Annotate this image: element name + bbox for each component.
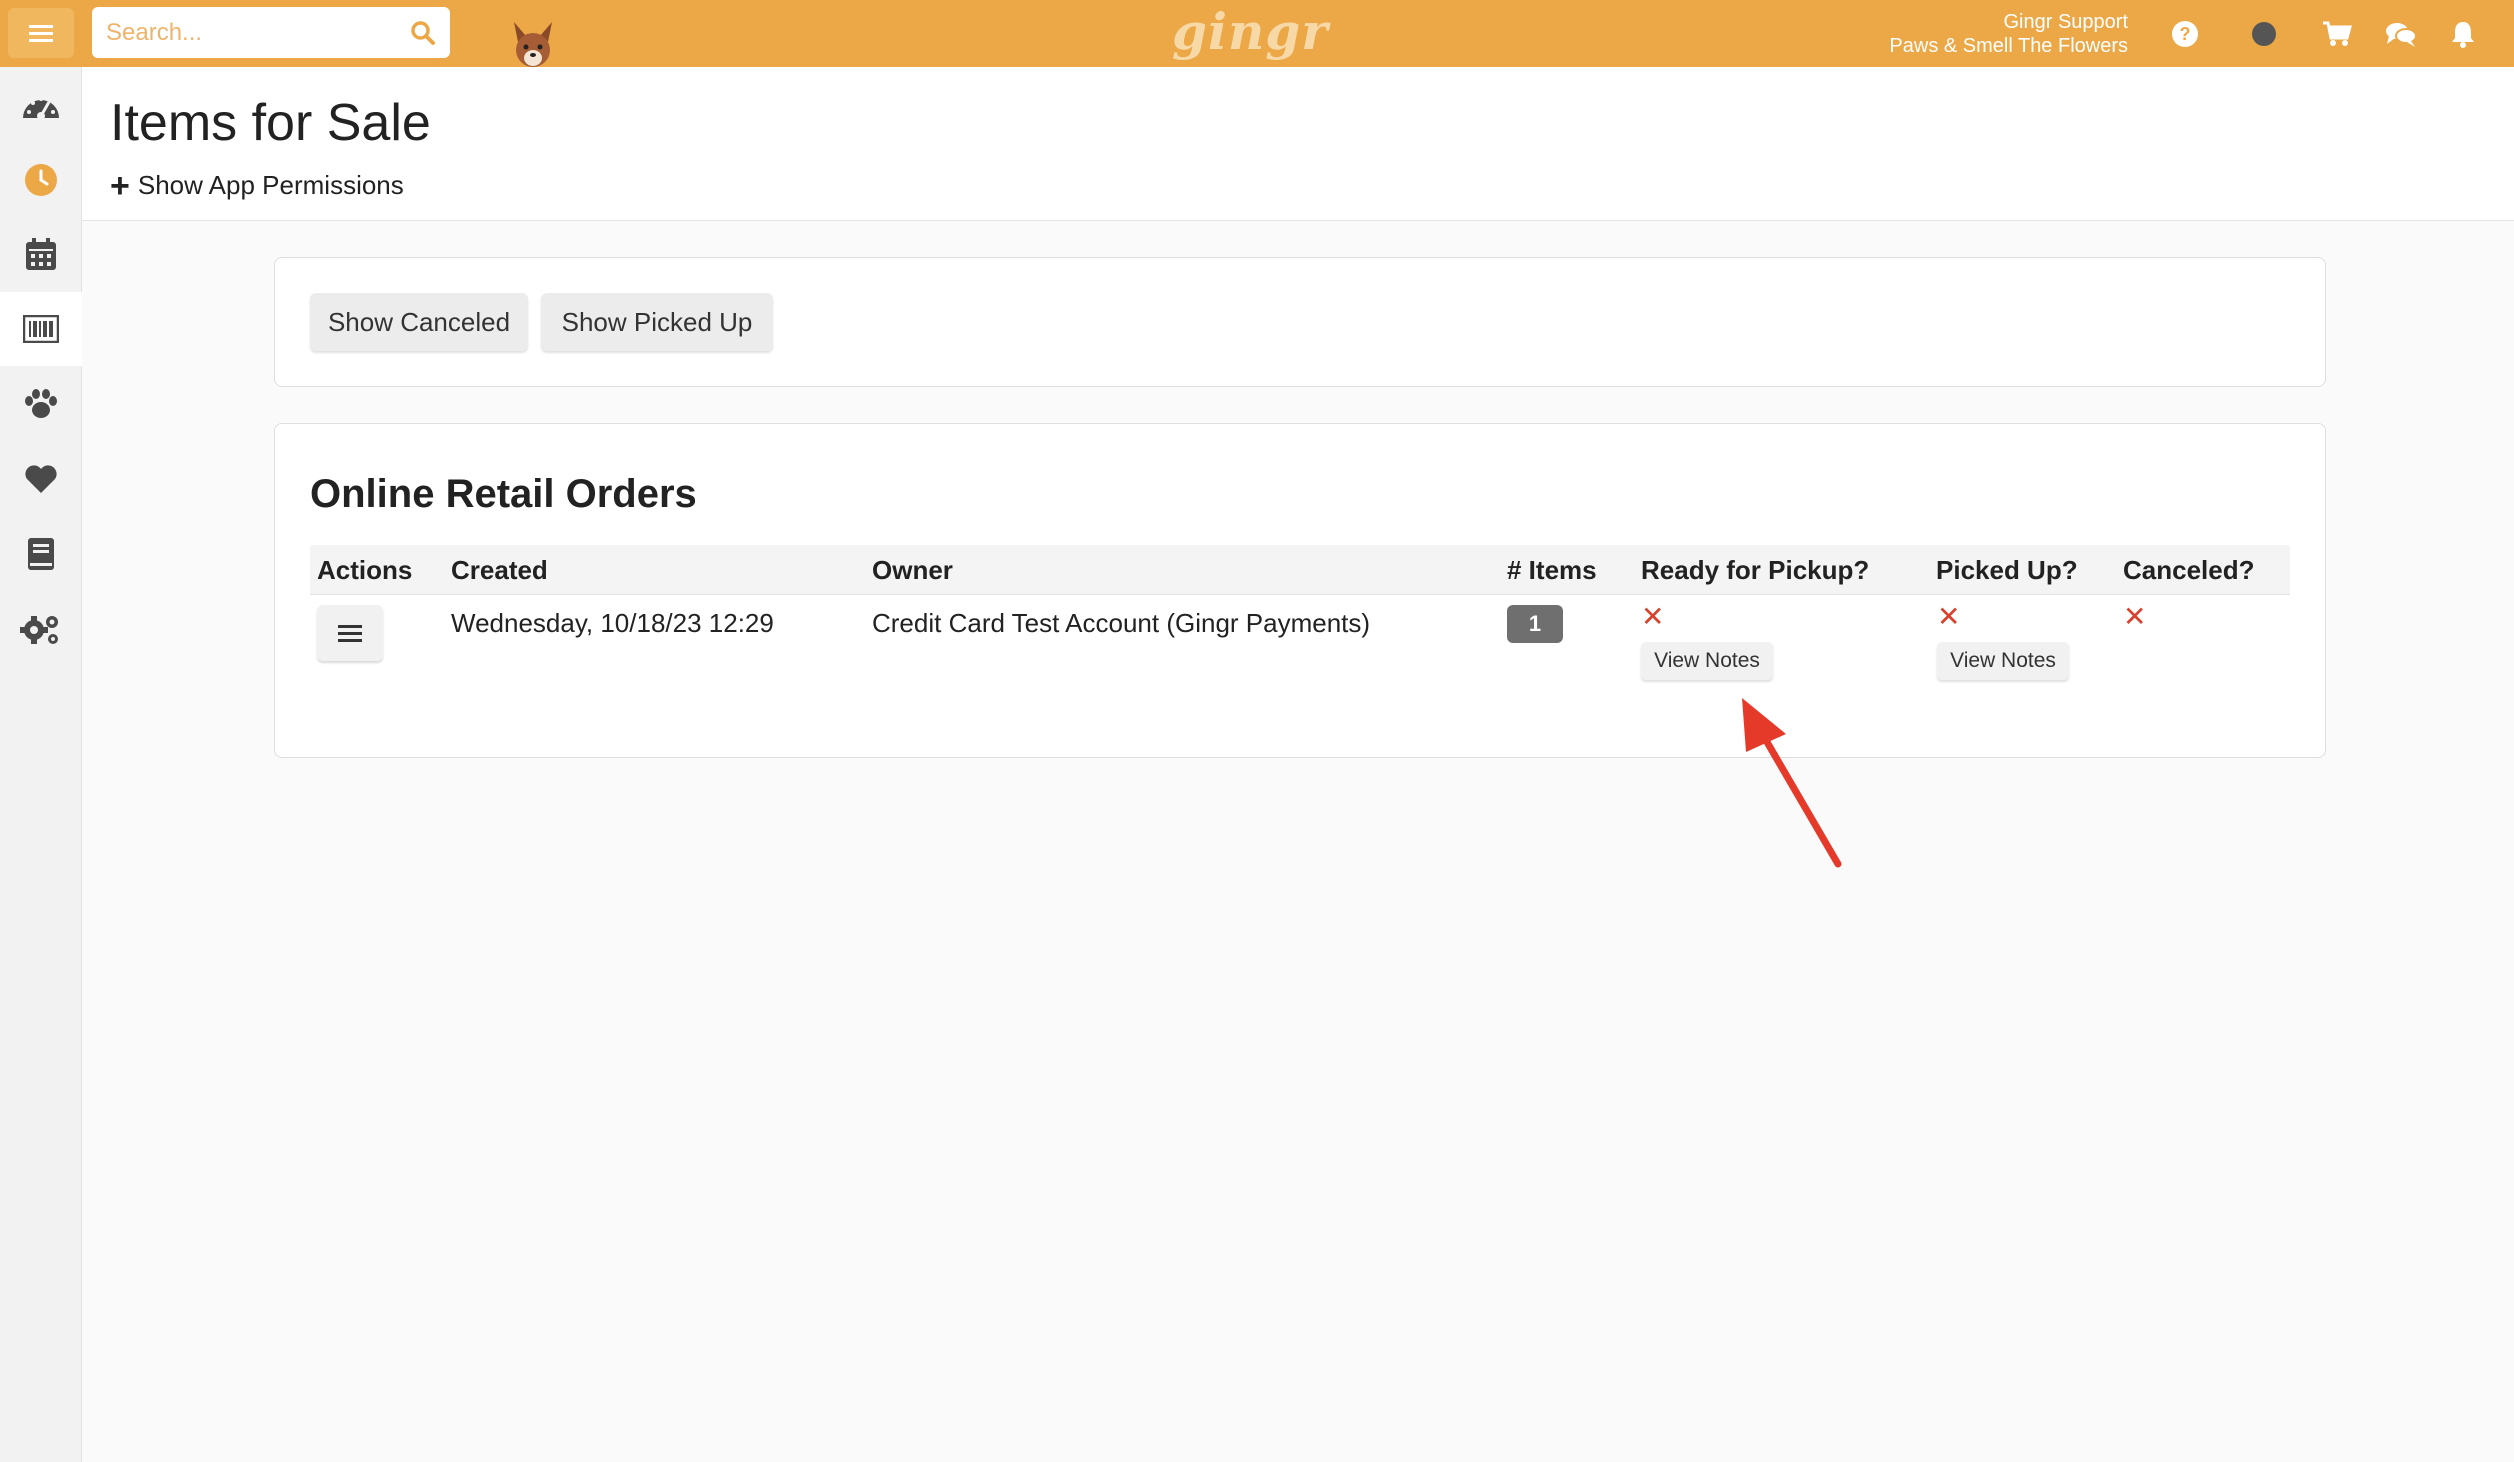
sidebar-item-dashboard[interactable] [0,69,82,143]
user-location: Paws & Smell The Flowers [1889,35,2128,57]
annotation-arrow-icon [1742,698,1842,868]
row-actions-button[interactable] [317,605,383,661]
show-picked-up-button[interactable]: Show Picked Up [541,293,773,351]
book-icon [28,538,54,570]
user-name: Gingr Support [2003,11,2128,33]
hamburger-icon [338,625,362,642]
clock-icon [25,164,57,196]
cart-button[interactable] [2320,17,2354,51]
orders-panel: Online Retail Orders Actions Created Own… [274,423,2326,758]
ready-for-pickup-no-icon[interactable]: ✕ [1641,603,1664,631]
column-header-ready-for-pickup: Ready for Pickup? [1641,555,1870,585]
column-header-actions: Actions [317,555,413,585]
column-header-items: # Items [1507,555,1597,585]
column-header-created: Created [451,555,548,585]
picked-up-no-icon[interactable]: ✕ [1937,603,1960,631]
search-input[interactable] [92,7,392,58]
hamburger-menu-button[interactable] [8,8,74,58]
sidebar-item-reports[interactable] [0,517,82,591]
page-title: Items for Sale [110,94,431,152]
plus-icon: + [110,166,130,205]
sidebar-item-settings[interactable] [0,592,82,666]
filter-panel: Show Canceled Show Picked Up [274,257,2326,387]
orders-table-header: Actions Created Owner # Items Ready for … [310,545,2290,595]
order-owner[interactable]: Credit Card Test Account (Gingr Payments… [872,608,1370,639]
column-header-canceled: Canceled? [2123,555,2255,585]
show-app-permissions-label: Show App Permissions [137,170,404,200]
user-info[interactable]: Gingr Support Paws & Smell The Flowers [1889,10,2128,58]
show-app-permissions-link[interactable]: + Show App Permissions [110,166,404,205]
barcode-icon [23,315,59,343]
heart-icon [25,465,57,493]
order-created: Wednesday, 10/18/23 12:29 [451,608,774,638]
picked-up-view-notes-button[interactable]: View Notes [1937,642,2069,680]
sidebar-item-clock[interactable] [0,143,82,217]
svg-text:?: ? [2180,24,2191,44]
page-header: Items for Sale + Show App Permissions [82,67,2514,221]
help-button[interactable]: ? [2168,17,2202,51]
bell-icon [2452,22,2474,48]
notifications-button[interactable] [2446,17,2480,51]
orders-section-title: Online Retail Orders [310,472,697,516]
search-box [92,7,450,58]
paw-icon [25,389,57,418]
cart-icon [2323,21,2352,46]
sidebar-item-calendar[interactable] [0,217,82,291]
sidebar-item-retail[interactable] [0,292,82,366]
column-header-owner: Owner [872,555,953,585]
help-icon: ? [2172,21,2198,47]
show-canceled-button[interactable]: Show Canceled [310,293,528,351]
status-dot-icon [2252,22,2276,46]
calendar-icon [26,238,56,270]
ready-for-pickup-view-notes-button[interactable]: View Notes [1641,642,1773,680]
status-button[interactable] [2247,17,2281,51]
sidebar-item-favorites[interactable] [0,442,82,516]
chat-icon [2386,23,2417,47]
gingr-logo[interactable]: gingr [1172,2,1328,64]
chat-button[interactable] [2384,17,2418,51]
dog-mascot-icon [514,22,552,67]
hamburger-icon [29,25,53,42]
canceled-no-icon[interactable]: ✕ [2123,603,2146,631]
sidebar-item-pets[interactable] [0,367,82,441]
column-header-picked-up: Picked Up? [1936,555,2078,585]
search-icon[interactable] [410,20,436,46]
order-items-count-badge: 1 [1507,605,1563,643]
gears-icon [20,616,58,644]
sidebar [0,67,82,1462]
speedometer-icon [23,97,59,120]
top-bar: gingr Gingr Support Paws & Smell The Flo… [0,0,2514,67]
